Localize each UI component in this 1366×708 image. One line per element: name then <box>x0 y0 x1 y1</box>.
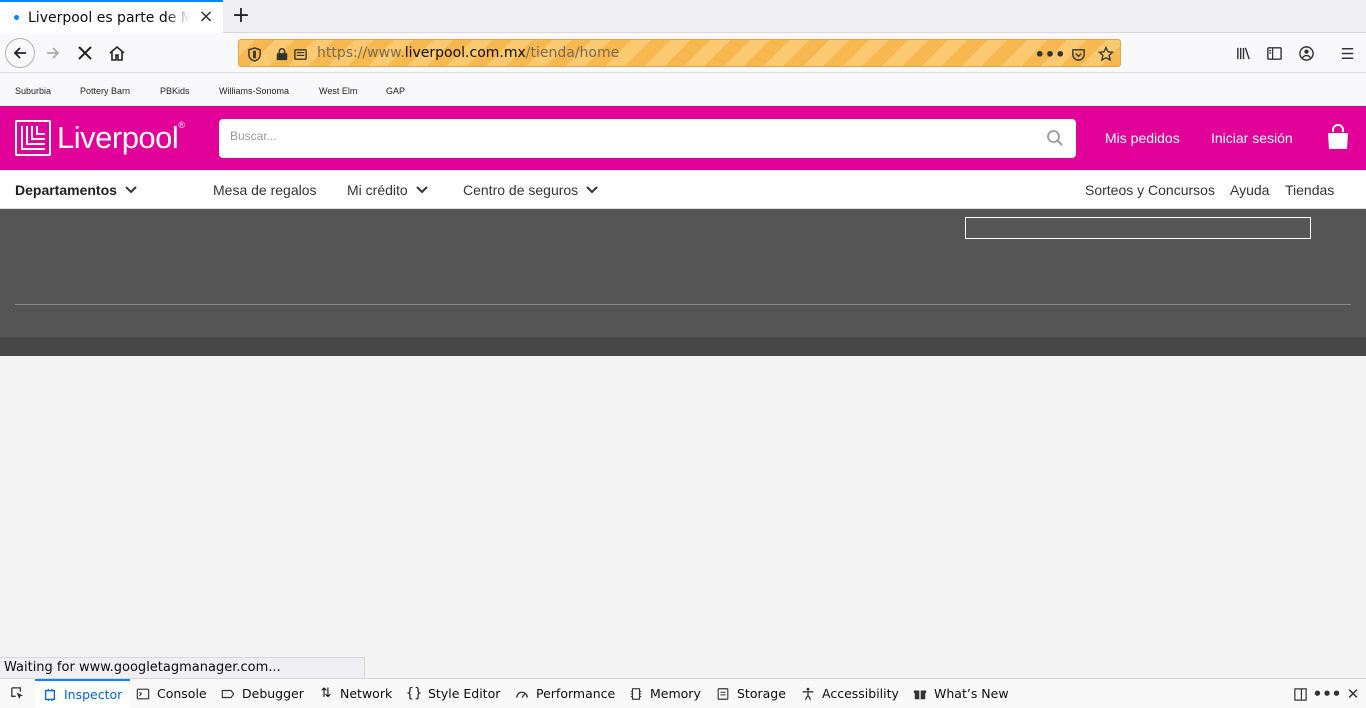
loading-dot-icon <box>14 15 19 20</box>
liverpool-logo[interactable]: Liverpool® <box>15 118 185 158</box>
search-icon[interactable] <box>1046 129 1064 147</box>
bookmark-pbkids[interactable]: PBKids <box>160 86 190 96</box>
home-button[interactable] <box>102 38 132 68</box>
dock-side-icon[interactable] <box>1291 685 1309 703</box>
tab-console[interactable]: Console <box>135 679 207 708</box>
bookmarks-bar: Suburbia Pottery Barn PBKids Williams-So… <box>0 74 1366 106</box>
tab-whats-new-label: What’s New <box>934 686 1009 701</box>
library-icon[interactable] <box>1231 41 1255 65</box>
chevron-down-icon <box>586 186 598 194</box>
devtools-toolbar: Inspector Console Debugger ⇅ Network {} … <box>0 678 1366 708</box>
tab-accessibility[interactable]: Accessibility <box>800 679 899 708</box>
navigation-toolbar: https://www.liverpool.com.mx/tienda/home… <box>0 33 1366 73</box>
tab-memory[interactable]: Memory <box>628 679 701 708</box>
page-actions-icon[interactable]: ••• <box>1035 45 1066 64</box>
tab-network[interactable]: ⇅ Network <box>318 679 393 708</box>
sub-navigation: Departamentos Mesa de regalos Mi crédito… <box>0 170 1366 209</box>
tab-style-editor[interactable]: {} Style Editor <box>405 679 501 708</box>
gift-registry-link[interactable]: Mesa de regalos <box>213 182 317 198</box>
gift-icon <box>912 686 928 702</box>
devtools-options-icon[interactable]: ••• <box>1313 685 1342 703</box>
accessibility-icon <box>800 686 816 702</box>
network-icon: ⇅ <box>320 686 332 701</box>
tab-strip: Liverpool es parte de Mi × + <box>0 0 1366 33</box>
logo-wordmark: Liverpool <box>57 120 179 155</box>
bookmark-star-icon[interactable] <box>1097 45 1115 63</box>
bookmark-pottery-barn[interactable]: Pottery Barn <box>80 86 130 96</box>
url-prefix: https://www. <box>317 45 405 61</box>
status-panel: Waiting for www.googletagmanager.com... <box>0 657 365 678</box>
forward-button[interactable] <box>38 38 68 68</box>
chevron-down-icon <box>125 186 137 194</box>
bookmark-suburbia[interactable]: Suburbia <box>15 86 51 96</box>
braces-icon: {} <box>405 686 423 701</box>
logo-text: Liverpool® <box>57 120 185 156</box>
insurance-label: Centro de seguros <box>463 182 579 198</box>
tab-style-editor-label: Style Editor <box>428 686 501 701</box>
bookmark-west-elm[interactable]: West Elm <box>319 86 357 96</box>
logo-registered-mark: ® <box>178 120 185 130</box>
browser-tab[interactable]: Liverpool es parte de Mi × <box>0 0 223 33</box>
url-bar[interactable]: https://www.liverpool.com.mx/tienda/home… <box>238 39 1121 67</box>
shopping-bag-icon[interactable] <box>1326 124 1350 150</box>
divider <box>15 304 1351 305</box>
lock-icon[interactable] <box>273 45 291 63</box>
url-host: liverpool.com.mx <box>404 45 526 61</box>
site-header: Liverpool® Mis pedidos Iniciar sesión <box>0 106 1366 170</box>
search-box <box>219 119 1076 158</box>
tab-debugger[interactable]: Debugger <box>220 679 304 708</box>
memory-chip-icon <box>628 686 644 702</box>
bookmark-gap[interactable]: GAP <box>386 86 405 96</box>
tab-console-label: Console <box>157 686 207 701</box>
insurance-menu[interactable]: Centro de seguros <box>463 182 598 198</box>
tab-network-label: Network <box>340 686 393 701</box>
tab-inspector[interactable]: Inspector <box>35 679 131 708</box>
back-button[interactable] <box>5 38 35 68</box>
credit-menu[interactable]: Mi crédito <box>347 182 428 198</box>
credit-label: Mi crédito <box>347 182 408 198</box>
autoplay-blocked-icon[interactable] <box>291 45 309 63</box>
liverpool-logo-mark-icon <box>15 120 51 156</box>
tab-accessibility-label: Accessibility <box>822 686 899 701</box>
contests-link[interactable]: Sorteos y Concursos <box>1085 182 1215 198</box>
url-path: /tienda/home <box>525 45 620 61</box>
account-icon[interactable] <box>1294 41 1318 65</box>
my-orders-link[interactable]: Mis pedidos <box>1105 130 1180 146</box>
close-tab-icon[interactable]: × <box>197 8 215 26</box>
tab-debugger-label: Debugger <box>242 686 304 701</box>
departments-menu[interactable]: Departamentos <box>15 182 137 198</box>
storage-icon <box>715 686 731 702</box>
stores-link[interactable]: Tiendas <box>1285 182 1334 198</box>
tab-storage-label: Storage <box>737 686 786 701</box>
tab-performance[interactable]: Performance <box>514 679 615 708</box>
sidebar-icon[interactable] <box>1262 41 1286 65</box>
console-icon <box>135 686 151 702</box>
hamburger-menu-icon[interactable] <box>1335 41 1359 65</box>
pocket-icon[interactable] <box>1069 45 1087 63</box>
chevron-down-icon <box>415 186 428 194</box>
bookmark-williams-sonoma[interactable]: Williams-Sonoma <box>219 86 289 96</box>
login-link[interactable]: Iniciar sesión <box>1211 130 1293 146</box>
tab-memory-label: Memory <box>650 686 701 701</box>
overlay-footer-bar <box>0 337 1366 356</box>
tab-performance-label: Performance <box>536 686 616 701</box>
url-text: https://www.liverpool.com.mx/tienda/home <box>317 45 619 61</box>
gauge-icon <box>514 686 530 702</box>
departments-label: Departamentos <box>15 182 117 198</box>
tab-storage[interactable]: Storage <box>715 679 786 708</box>
tab-whats-new[interactable]: What’s New <box>912 679 1009 708</box>
stop-button[interactable] <box>70 38 100 68</box>
search-input[interactable] <box>230 129 1010 143</box>
inspector-icon <box>42 687 58 703</box>
debugger-icon <box>220 686 236 702</box>
tab-title: Liverpool es parte de Mi <box>28 9 190 26</box>
devtools-close-icon[interactable]: ✕ <box>1344 685 1362 703</box>
help-link[interactable]: Ayuda <box>1230 182 1269 198</box>
content-overlay <box>0 209 1366 337</box>
new-tab-button[interactable]: + <box>230 4 252 28</box>
element-picker-icon[interactable] <box>4 679 30 708</box>
tab-inspector-label: Inspector <box>64 687 123 702</box>
tracking-shield-icon[interactable] <box>245 45 263 63</box>
placeholder-box <box>965 217 1311 239</box>
